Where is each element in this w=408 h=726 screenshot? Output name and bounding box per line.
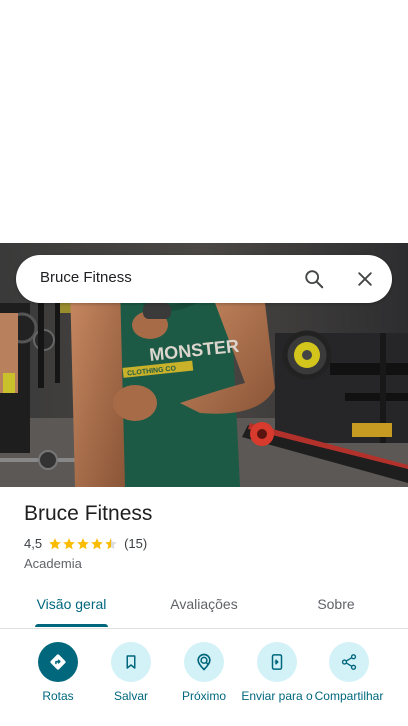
save-button[interactable]: Salvar bbox=[95, 642, 167, 704]
send-to-phone-icon bbox=[271, 654, 283, 670]
place-category: Academia bbox=[24, 556, 82, 571]
review-count[interactable]: (15) bbox=[124, 536, 147, 551]
directions-button-circle bbox=[38, 642, 78, 682]
share-button-circle bbox=[329, 642, 369, 682]
share-icon bbox=[341, 654, 357, 670]
star-icon bbox=[77, 537, 89, 549]
place-title: Bruce Fitness bbox=[24, 502, 153, 525]
rating-stars bbox=[48, 537, 118, 551]
send-to-phone-button-circle bbox=[257, 642, 297, 682]
tab-bar: Visão geral Avaliações Sobre bbox=[0, 590, 408, 629]
send-to-phone-button[interactable]: Enviar para o bbox=[241, 642, 313, 704]
nearby-icon bbox=[197, 653, 211, 671]
share-label: Compartilhar bbox=[314, 689, 384, 703]
search-bar[interactable]: Bruce Fitness bbox=[16, 255, 392, 303]
tab-overview[interactable]: Visão geral bbox=[35, 596, 108, 612]
active-tab-indicator bbox=[35, 624, 108, 627]
map-area[interactable] bbox=[0, 0, 408, 243]
search-button[interactable] bbox=[298, 263, 330, 295]
share-button[interactable]: Compartilhar bbox=[313, 642, 385, 704]
save-button-circle bbox=[111, 642, 151, 682]
rating-row[interactable]: 4,5 (15) bbox=[24, 536, 147, 551]
star-icon bbox=[105, 537, 117, 549]
star-icon bbox=[63, 537, 75, 549]
tab-reviews[interactable]: Avaliações bbox=[163, 596, 245, 612]
nearby-button-circle bbox=[184, 642, 224, 682]
close-icon bbox=[358, 272, 372, 286]
save-label: Salvar bbox=[113, 689, 148, 703]
bookmark-icon bbox=[126, 655, 136, 669]
star-icon bbox=[49, 537, 61, 549]
send-to-phone-label: Enviar para o bbox=[241, 689, 313, 703]
search-icon bbox=[305, 270, 324, 289]
rating-value: 4,5 bbox=[24, 536, 43, 551]
nearby-label: Próximo bbox=[181, 689, 226, 703]
directions-button[interactable]: Rotas bbox=[22, 642, 94, 704]
directions-label: Rotas bbox=[42, 689, 74, 703]
tab-about[interactable]: Sobre bbox=[311, 596, 361, 612]
search-input[interactable]: Bruce Fitness bbox=[40, 269, 132, 286]
star-icon bbox=[91, 537, 103, 549]
clear-search-button[interactable] bbox=[349, 263, 381, 295]
directions-icon bbox=[50, 654, 66, 670]
nearby-button[interactable]: Próximo bbox=[168, 642, 240, 704]
